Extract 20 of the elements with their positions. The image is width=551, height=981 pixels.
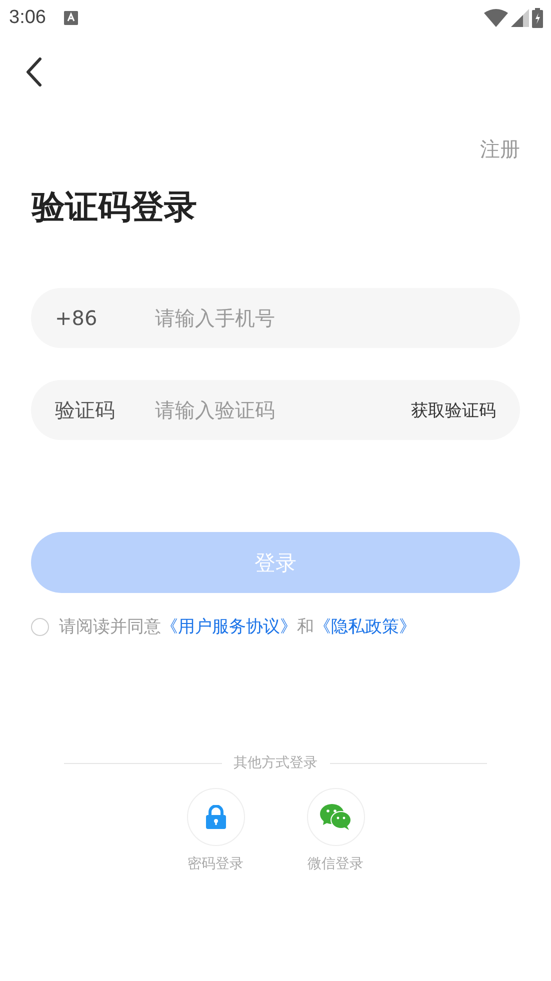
status-time: 3:06 [9, 7, 46, 29]
signal-icon [511, 9, 529, 27]
agreement-text: 请阅读并同意《用户服务协议》和《隐私政策》 [59, 616, 416, 638]
code-label: 验证码 [55, 396, 116, 424]
agreement-link[interactable]: 《隐私政策》 [314, 617, 416, 637]
back-icon[interactable] [24, 56, 44, 88]
lock-icon [206, 805, 226, 829]
agreement-link[interactable]: 《用户服务协议》 [161, 617, 297, 637]
keyboard-icon [64, 10, 78, 26]
register-link[interactable]: 注册 [480, 136, 520, 163]
battery-icon [532, 8, 543, 28]
code-field[interactable]: 验证码 请输入验证码 获取验证码 [31, 380, 520, 440]
phone-field[interactable]: +86 请输入手机号 [31, 288, 520, 348]
wifi-icon [484, 9, 508, 27]
other-login-title: 其他方式登录 [234, 754, 318, 772]
get-code-link[interactable]: 获取验证码 [411, 398, 496, 422]
chat-bubbles-icon [320, 804, 352, 830]
page-title: 验证码登录 [32, 186, 198, 228]
agree-checkbox[interactable] [31, 618, 49, 636]
country-code[interactable]: +86 [55, 306, 155, 330]
